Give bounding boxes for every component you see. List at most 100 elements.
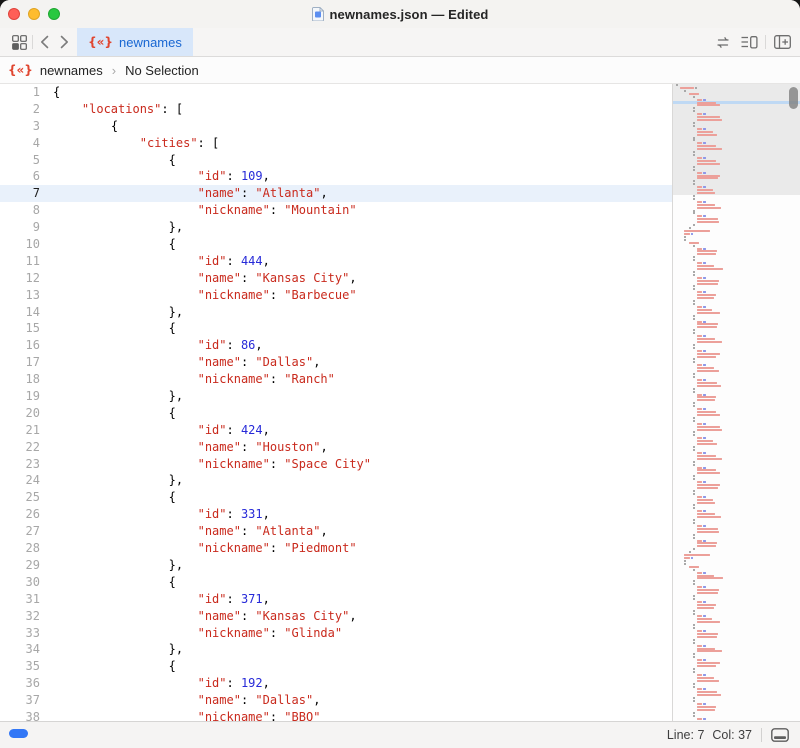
code-line[interactable]: 3{ <box>0 118 672 135</box>
code-line[interactable]: 15{ <box>0 320 672 337</box>
line-number: 21 <box>0 422 40 439</box>
code-line[interactable]: 8"nickname": "Mountain" <box>0 202 672 219</box>
code-line[interactable]: 32"name": "Kansas City", <box>0 608 672 625</box>
vertical-scrollbar-thumb[interactable] <box>789 87 798 109</box>
code-line[interactable]: 17"name": "Dallas", <box>0 354 672 371</box>
code-line[interactable]: 10{ <box>0 236 672 253</box>
line-col-indicator: Line: 7 Col: 37 <box>667 728 752 742</box>
minimap-bars <box>673 84 800 721</box>
status-bar: Line: 7 Col: 37 <box>0 721 800 748</box>
line-number: 25 <box>0 489 40 506</box>
code-line[interactable]: 27"name": "Atlanta", <box>0 523 672 540</box>
code-line[interactable]: 19}, <box>0 388 672 405</box>
code-line[interactable]: 36"id": 192, <box>0 675 672 692</box>
code-line[interactable]: 28"nickname": "Piedmont" <box>0 540 672 557</box>
code-line[interactable]: 11"id": 444, <box>0 253 672 270</box>
code-line[interactable]: 9}, <box>0 219 672 236</box>
line-number: 13 <box>0 287 40 304</box>
code-line[interactable]: 21"id": 424, <box>0 422 672 439</box>
line-number: 9 <box>0 219 40 236</box>
code-line[interactable]: 20{ <box>0 405 672 422</box>
col-indicator: Col: 37 <box>712 728 752 742</box>
breadcrumb-file[interactable]: newnames <box>40 63 103 78</box>
statusbar-divider <box>761 728 762 742</box>
line-number: 30 <box>0 574 40 591</box>
code-line[interactable]: 2"locations": [ <box>0 101 672 118</box>
code-line[interactable]: 24}, <box>0 472 672 489</box>
line-number: 27 <box>0 523 40 540</box>
code-line[interactable]: 12"name": "Kansas City", <box>0 270 672 287</box>
editor-options-button[interactable] <box>739 28 759 56</box>
line-number: 37 <box>0 692 40 709</box>
toolbar-divider <box>32 35 33 49</box>
code-line[interactable]: 22"name": "Houston", <box>0 439 672 456</box>
line-number: 26 <box>0 506 40 523</box>
code-line[interactable]: 31"id": 371, <box>0 591 672 608</box>
line-number: 20 <box>0 405 40 422</box>
code-line[interactable]: 18"nickname": "Ranch" <box>0 371 672 388</box>
code-line[interactable]: 1{ <box>0 84 672 101</box>
line-number: 8 <box>0 202 40 219</box>
line-number: 32 <box>0 608 40 625</box>
back-button[interactable] <box>36 28 52 56</box>
breadcrumb-selection[interactable]: No Selection <box>125 63 199 78</box>
bottom-bar-toggle-button[interactable] <box>771 728 789 742</box>
line-number: 34 <box>0 641 40 658</box>
tab-newnames[interactable]: {«} newnames <box>77 28 193 56</box>
line-number: 6 <box>0 168 40 185</box>
breadcrumb-separator: › <box>110 63 118 78</box>
line-number: 3 <box>0 118 40 135</box>
line-number: 1 <box>0 84 40 101</box>
code-line[interactable]: 26"id": 331, <box>0 506 672 523</box>
code-line[interactable]: 33"nickname": "Glinda" <box>0 625 672 642</box>
line-number: 19 <box>0 388 40 405</box>
xcode-window: newnames.json — Edited <box>0 0 800 748</box>
editor-overview-button[interactable] <box>10 28 28 56</box>
add-editor-icon <box>774 35 791 49</box>
line-number: 16 <box>0 337 40 354</box>
code-line[interactable]: 16"id": 86, <box>0 337 672 354</box>
line-number: 11 <box>0 253 40 270</box>
code-line[interactable]: 35{ <box>0 658 672 675</box>
line-number: 28 <box>0 540 40 557</box>
code-line[interactable]: 29}, <box>0 557 672 574</box>
code-line[interactable]: 4"cities": [ <box>0 135 672 152</box>
line-number: 35 <box>0 658 40 675</box>
minimap[interactable] <box>672 84 800 721</box>
line-number: 36 <box>0 675 40 692</box>
horizontal-scrollbar-thumb[interactable] <box>9 729 28 738</box>
line-number: 14 <box>0 304 40 321</box>
jump-bar: {«} newnames › No Selection <box>0 57 800 84</box>
code-line[interactable]: 13"nickname": "Barbecue" <box>0 287 672 304</box>
swap-arrows-icon <box>715 36 731 49</box>
document-proxy-icon[interactable] <box>312 7 324 21</box>
code-line[interactable]: 5{ <box>0 152 672 169</box>
toolbar-divider <box>765 35 766 49</box>
code-editor[interactable]: 1{2"locations": [3{4"cities": [5{6"id": … <box>0 84 672 721</box>
line-number: 22 <box>0 439 40 456</box>
json-file-icon: {«} <box>8 63 33 77</box>
line-number: 18 <box>0 371 40 388</box>
code-line[interactable]: 37"name": "Dallas", <box>0 692 672 709</box>
grid-icon <box>12 35 27 50</box>
code-line[interactable]: 23"nickname": "Space City" <box>0 456 672 473</box>
code-line[interactable]: 34}, <box>0 641 672 658</box>
line-number: 38 <box>0 709 40 721</box>
code-line[interactable]: 38"nickname": "BBQ" <box>0 709 672 721</box>
add-editor-button[interactable] <box>772 28 792 56</box>
code-review-button[interactable] <box>714 28 732 56</box>
json-file-icon: {«} <box>88 35 113 49</box>
line-number: 29 <box>0 557 40 574</box>
forward-button[interactable] <box>56 28 72 56</box>
code-line[interactable]: 14}, <box>0 304 672 321</box>
tab-label: newnames <box>119 35 182 50</box>
line-number: 10 <box>0 236 40 253</box>
code-lines: 1{2"locations": [3{4"cities": [5{6"id": … <box>0 84 672 721</box>
tab-bar: {«} newnames <box>0 28 800 57</box>
line-number: 12 <box>0 270 40 287</box>
line-indicator: Line: 7 <box>667 728 705 742</box>
code-line[interactable]: 25{ <box>0 489 672 506</box>
code-line[interactable]: 7"name": "Atlanta", <box>0 185 672 202</box>
code-line[interactable]: 6"id": 109, <box>0 168 672 185</box>
code-line[interactable]: 30{ <box>0 574 672 591</box>
